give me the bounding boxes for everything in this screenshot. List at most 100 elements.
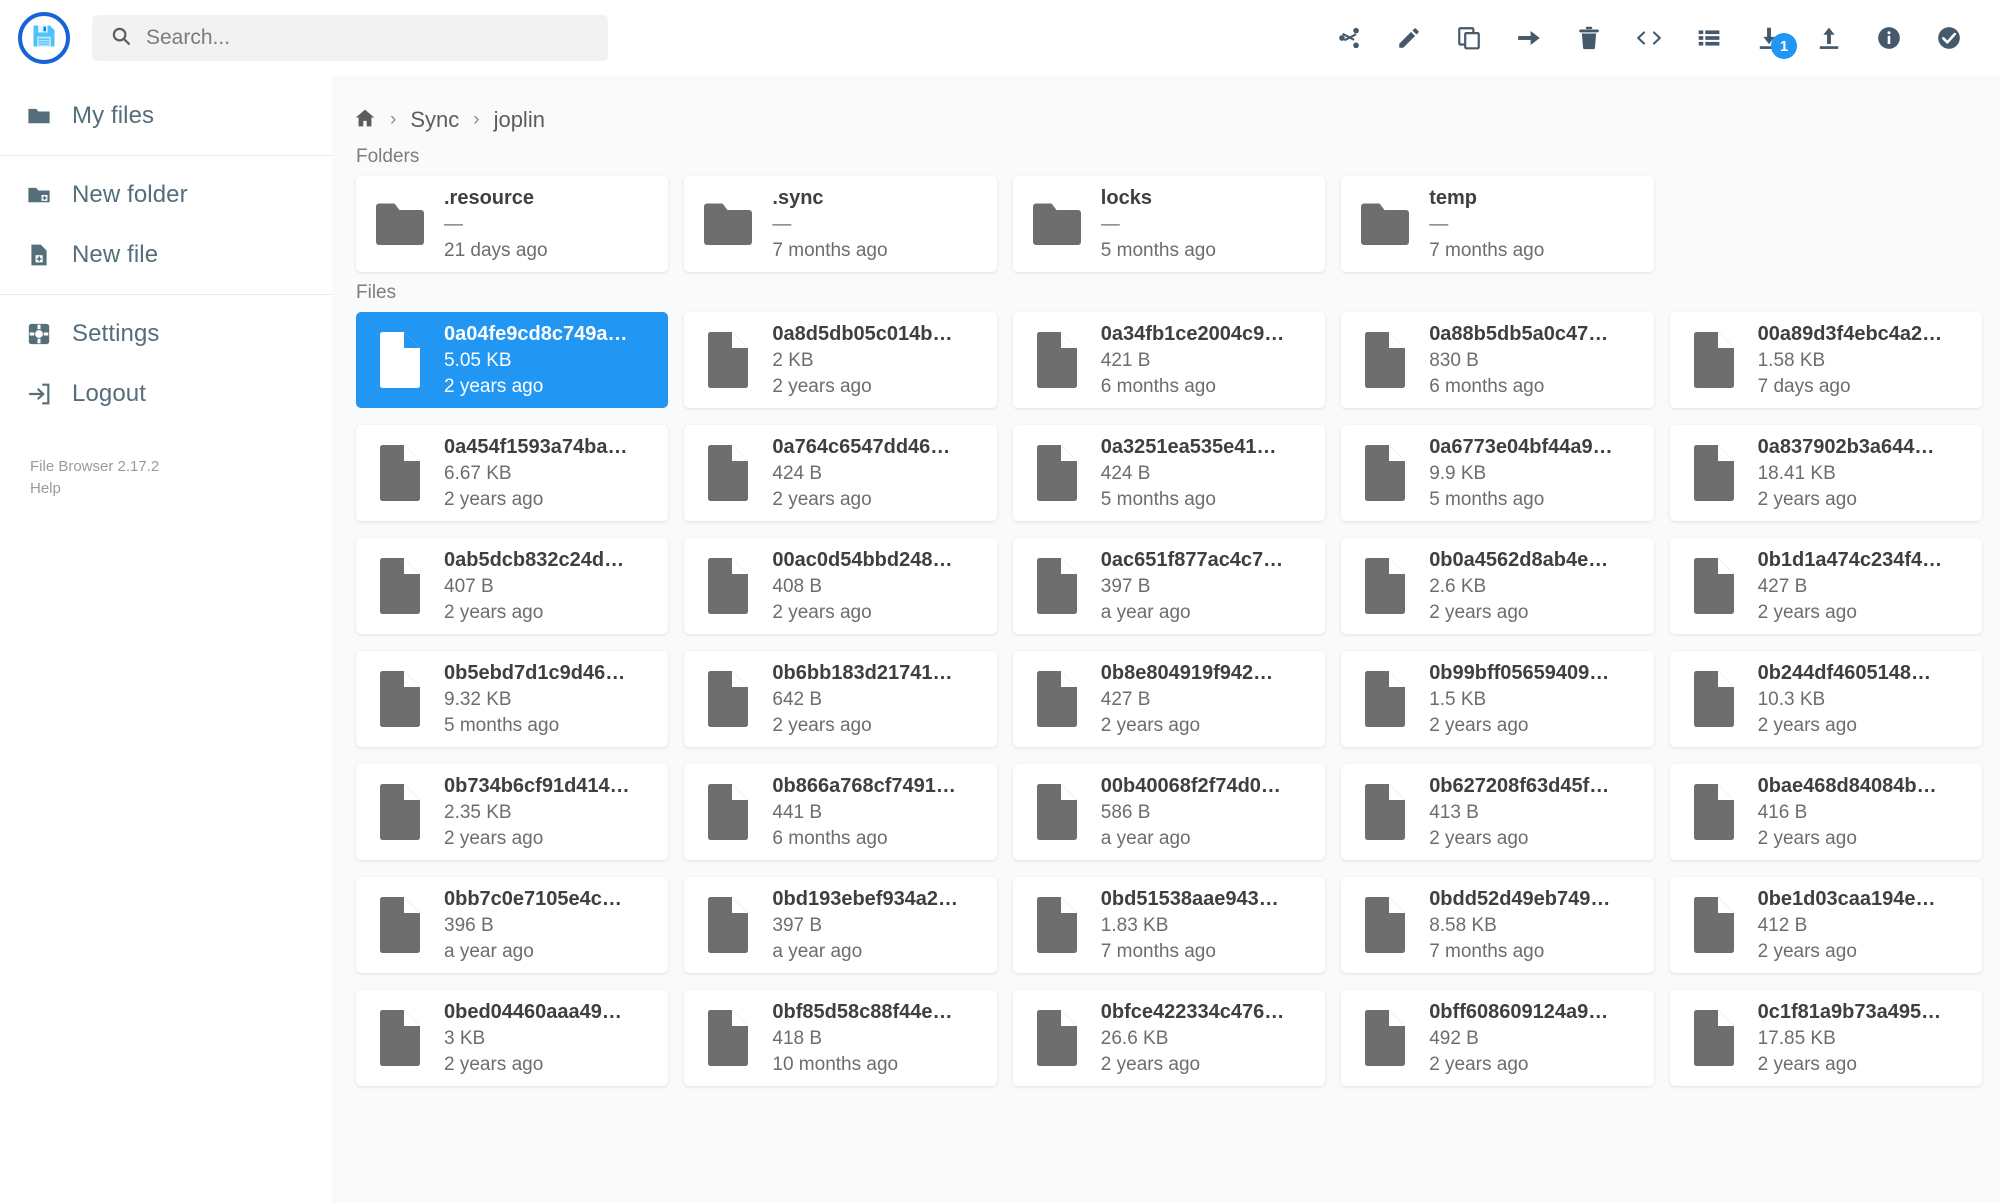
sidebar-footer: File Browser 2.17.2 Help	[0, 456, 332, 500]
folder-card[interactable]: .sync—7 months ago	[684, 176, 996, 272]
file-name: 0b6bb183d21741…	[772, 660, 982, 687]
folder-card[interactable]: locks—5 months ago	[1013, 176, 1325, 272]
file-card[interactable]: 0ab5dcb832c24d…407 B2 years ago	[356, 538, 668, 634]
file-name: 0a6773e04bf44a9…	[1429, 434, 1639, 461]
card-meta: 0bb7c0e7105e4c…396 Ba year ago	[444, 886, 654, 964]
file-card[interactable]: 0bdd52d49eb749…8.58 KB7 months ago	[1341, 877, 1653, 973]
file-card[interactable]: 0ac651f877ac4c7…397 Ba year ago	[1013, 538, 1325, 634]
card-meta: 00a89d3f4ebc4a2…1.58 KB7 days ago	[1758, 321, 1968, 399]
file-card[interactable]: 0c1f81a9b73a495…17.85 KB2 years ago	[1670, 990, 1982, 1086]
file-card[interactable]: 0a88b5db5a0c47…830 B6 months ago	[1341, 312, 1653, 408]
download-button[interactable]: 1	[1750, 19, 1788, 57]
file-size: 413 B	[1429, 800, 1639, 825]
file-card[interactable]: 0a764c6547dd46…424 B2 years ago	[684, 425, 996, 521]
share-button[interactable]	[1330, 19, 1368, 57]
file-card[interactable]: 0bd193ebef934a2…397 Ba year ago	[684, 877, 996, 973]
file-modified-time: 2 years ago	[1758, 826, 1968, 851]
file-size: 9.9 KB	[1429, 461, 1639, 486]
file-card[interactable]: 0bed04460aaa49…3 KB2 years ago	[356, 990, 668, 1086]
file-modified-time: 5 months ago	[1101, 487, 1311, 512]
sidebar-group-primary: My files	[0, 86, 332, 146]
file-card[interactable]: 00b40068f2f74d0…586 Ba year ago	[1013, 764, 1325, 860]
file-card[interactable]: 0a3251ea535e41…424 B5 months ago	[1013, 425, 1325, 521]
search-bar[interactable]	[92, 15, 608, 61]
file-card[interactable]: 00a89d3f4ebc4a2…1.58 KB7 days ago	[1670, 312, 1982, 408]
file-card[interactable]: 0a34fb1ce2004c9…421 B6 months ago	[1013, 312, 1325, 408]
select-all-button[interactable]	[1930, 19, 1968, 57]
shell-button[interactable]	[1630, 19, 1668, 57]
sidebar-item-settings[interactable]: Settings	[0, 304, 332, 364]
breadcrumb-item-joplin[interactable]: joplin	[494, 107, 545, 133]
file-card[interactable]: 0a837902b3a644…18.41 KB2 years ago	[1670, 425, 1982, 521]
sidebar-item-new-file[interactable]: New file	[0, 225, 332, 285]
file-name: 0a88b5db5a0c47…	[1429, 321, 1639, 348]
file-modified-time: a year ago	[1101, 600, 1311, 625]
file-icon	[1357, 667, 1413, 731]
move-button[interactable]	[1510, 19, 1548, 57]
upload-button[interactable]	[1810, 19, 1848, 57]
file-card[interactable]: 0b8e804919f942…427 B2 years ago	[1013, 651, 1325, 747]
file-card[interactable]: 0bfce422334c476…26.6 KB2 years ago	[1013, 990, 1325, 1086]
file-card[interactable]: 0a454f1593a74ba…6.67 KB2 years ago	[356, 425, 668, 521]
file-icon	[700, 1006, 756, 1070]
file-modified-time: 5 months ago	[444, 713, 654, 738]
rename-button[interactable]	[1390, 19, 1428, 57]
file-card[interactable]: 0b6bb183d21741…642 B2 years ago	[684, 651, 996, 747]
file-card[interactable]: 00ac0d54bbd248…408 B2 years ago	[684, 538, 996, 634]
file-card[interactable]: 0a6773e04bf44a9…9.9 KB5 months ago	[1341, 425, 1653, 521]
sidebar-item-my-files[interactable]: My files	[0, 86, 332, 146]
sidebar-item-new-folder[interactable]: New folder	[0, 165, 332, 225]
sidebar-item-logout[interactable]: Logout	[0, 364, 332, 424]
file-card[interactable]: 0b734b6cf91d414…2.35 KB2 years ago	[356, 764, 668, 860]
card-meta: 0b8e804919f942…427 B2 years ago	[1101, 660, 1311, 738]
file-modified-time: 2 years ago	[1101, 1052, 1311, 1077]
file-card[interactable]: 0b1d1a474c234f4…427 B2 years ago	[1670, 538, 1982, 634]
file-card[interactable]: 0bd51538aae943…1.83 KB7 months ago	[1013, 877, 1325, 973]
file-card[interactable]: 0b244df4605148…10.3 KB2 years ago	[1670, 651, 1982, 747]
file-size: 424 B	[1101, 461, 1311, 486]
help-link[interactable]: Help	[30, 478, 332, 500]
file-card[interactable]: 0b627208f63d45f…413 B2 years ago	[1341, 764, 1653, 860]
copy-button[interactable]	[1450, 19, 1488, 57]
search-input[interactable]	[146, 26, 590, 50]
folder-name: .resource	[444, 185, 654, 212]
file-modified-time: 2 years ago	[1758, 1052, 1968, 1077]
file-name: 0a8d5db05c014b…	[772, 321, 982, 348]
card-meta: 0a88b5db5a0c47…830 B6 months ago	[1429, 321, 1639, 399]
card-meta: 0a3251ea535e41…424 B5 months ago	[1101, 434, 1311, 512]
info-button[interactable]	[1870, 19, 1908, 57]
card-meta: 0a04fe9cd8c749a…5.05 KB2 years ago	[444, 321, 654, 399]
file-name: 0a454f1593a74ba…	[444, 434, 654, 461]
file-icon	[700, 780, 756, 844]
card-meta: 0a8d5db05c014b…2 KB2 years ago	[772, 321, 982, 399]
logo-button[interactable]	[18, 12, 70, 64]
folders-grid: .resource—21 days ago .sync—7 months ago…	[332, 176, 2000, 272]
card-meta: 0a764c6547dd46…424 B2 years ago	[772, 434, 982, 512]
delete-button[interactable]	[1570, 19, 1608, 57]
file-size: 421 B	[1101, 348, 1311, 373]
file-card[interactable]: 0b866a768cf7491…441 B6 months ago	[684, 764, 996, 860]
file-size: 2 KB	[772, 348, 982, 373]
card-meta: 0b244df4605148…10.3 KB2 years ago	[1758, 660, 1968, 738]
file-card[interactable]: 0b99bff05659409…1.5 KB2 years ago	[1341, 651, 1653, 747]
file-modified-time: 2 years ago	[772, 487, 982, 512]
card-meta: 0bed04460aaa49…3 KB2 years ago	[444, 999, 654, 1077]
file-modified-time: 6 months ago	[1429, 374, 1639, 399]
folder-card[interactable]: temp—7 months ago	[1341, 176, 1653, 272]
card-meta: 0ab5dcb832c24d…407 B2 years ago	[444, 547, 654, 625]
file-card[interactable]: 0bff608609124a9…492 B2 years ago	[1341, 990, 1653, 1086]
file-card[interactable]: 0a04fe9cd8c749a…5.05 KB2 years ago	[356, 312, 668, 408]
file-size: 418 B	[772, 1026, 982, 1051]
file-card[interactable]: 0b0a4562d8ab4e…2.6 KB2 years ago	[1341, 538, 1653, 634]
switch-view-button[interactable]	[1690, 19, 1728, 57]
file-card[interactable]: 0be1d03caa194e…412 B2 years ago	[1670, 877, 1982, 973]
file-card[interactable]: 0bf85d58c88f44e…418 B10 months ago	[684, 990, 996, 1086]
file-card[interactable]: 0bae468d84084b…416 B2 years ago	[1670, 764, 1982, 860]
file-card[interactable]: 0b5ebd7d1c9d46…9.32 KB5 months ago	[356, 651, 668, 747]
file-card[interactable]: 0a8d5db05c014b…2 KB2 years ago	[684, 312, 996, 408]
folder-card[interactable]: .resource—21 days ago	[356, 176, 668, 272]
file-icon	[372, 328, 428, 392]
file-card[interactable]: 0bb7c0e7105e4c…396 Ba year ago	[356, 877, 668, 973]
home-icon[interactable]	[354, 107, 376, 134]
breadcrumb-item-sync[interactable]: Sync	[410, 107, 459, 133]
